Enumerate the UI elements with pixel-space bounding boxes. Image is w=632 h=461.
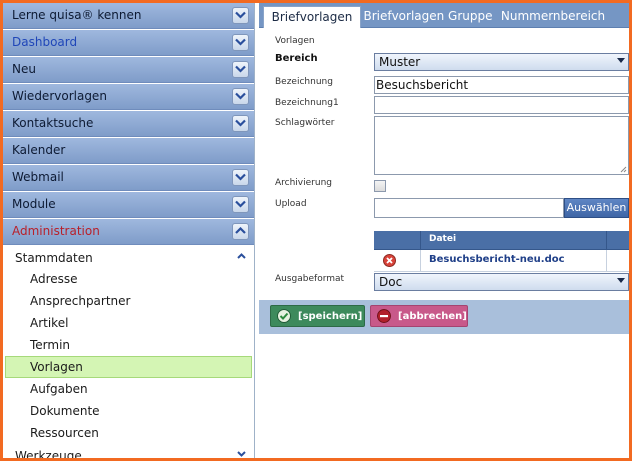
sidebar-item-dokumente[interactable]: Dokumente [3, 400, 254, 422]
save-icon [277, 309, 291, 323]
column-divider [606, 231, 607, 249]
werkzeuge-header[interactable]: Werkzeuge [3, 444, 254, 458]
bezeichnung1-input[interactable] [374, 96, 629, 114]
tab-nummernbereich[interactable]: Nummernbereich [497, 6, 609, 27]
ausgabeformat-label: Ausgabeformat [275, 274, 345, 284]
sidebar-section-label: Kontaktsuche [12, 116, 94, 130]
sidebar-section-dashboard[interactable]: Dashboard [3, 30, 254, 56]
column-divider [420, 250, 421, 271]
column-divider [420, 231, 421, 249]
archivierung-checkbox[interactable] [374, 180, 386, 192]
sidebar-section-lerne-quisa-kennen[interactable]: Lerne quisa® kennen [3, 3, 254, 29]
chevron-down-icon[interactable] [232, 115, 249, 132]
datei-column-header: Datei [429, 234, 457, 244]
sidebar-section-label: Administration [12, 224, 100, 238]
sidebar-section-label: Module [12, 197, 56, 211]
chevron-up-icon [237, 253, 246, 259]
sidebar-section-label: Dashboard [12, 35, 78, 49]
sidebar-section-label: Kalender [12, 143, 66, 157]
cancel-label: [abbrechen] [398, 311, 467, 322]
sidebar-item-ansprechpartner[interactable]: Ansprechpartner [3, 290, 254, 312]
bereich-label: Bereich [275, 53, 318, 64]
upload-label: Upload [275, 199, 307, 209]
sidebar: Lerne quisa® kennen Dashboard Neu Wiedervor… [3, 3, 255, 458]
chevron-down-icon[interactable] [232, 34, 249, 51]
chevron-down-icon [237, 451, 246, 457]
bezeichnung1-label: Bezeichnung1 [275, 98, 339, 108]
sidebar-section-module[interactable]: Module [3, 192, 254, 218]
bezeichnung-input[interactable]: Besuchsbericht [374, 76, 629, 94]
tab-bar: Briefvorlagen Briefvorlagen Gruppe Numme… [259, 3, 629, 28]
chevron-up-icon[interactable] [232, 223, 249, 240]
resize-handle-icon[interactable] [620, 166, 627, 173]
dropdown-arrow-icon [617, 58, 625, 63]
file-link[interactable]: Besuchsbericht-neu.doc [429, 254, 565, 265]
sidebar-section-neu[interactable]: Neu [3, 57, 254, 83]
cancel-button[interactable]: [abbrechen] [370, 305, 468, 327]
upload-input[interactable] [374, 198, 564, 218]
sidebar-item-vorlagen[interactable]: Vorlagen [5, 356, 252, 378]
sidebar-section-label: Neu [12, 62, 36, 76]
dropdown-arrow-icon [617, 278, 625, 283]
sidebar-item-aufgaben[interactable]: Aufgaben [3, 378, 254, 400]
save-button[interactable]: [speichern] [270, 305, 365, 327]
action-bar: [speichern] [abbrechen] [259, 300, 629, 334]
sidebar-section-wiedervorlagen[interactable]: Wiedervorlagen [3, 84, 254, 110]
chevron-down-icon[interactable] [232, 88, 249, 105]
sidebar-section-administration[interactable]: Administration [3, 219, 254, 245]
bereich-select[interactable]: Muster [374, 53, 629, 71]
app-frame: Lerne quisa® kennen Dashboard Neu Wiedervor… [3, 3, 629, 458]
column-divider [606, 250, 607, 271]
sidebar-section-label: Webmail [12, 170, 64, 184]
save-label: [speichern] [298, 311, 363, 322]
bereich-value: Muster [379, 55, 421, 69]
main-panel: Briefvorlagen Briefvorlagen Gruppe Numme… [259, 3, 629, 458]
chevron-down-icon[interactable] [232, 61, 249, 78]
ausgabeformat-value: Doc [379, 275, 403, 289]
sidebar-section-kontaktsuche[interactable]: Kontaktsuche [3, 111, 254, 137]
sidebar-section-label: Lerne quisa® kennen [12, 8, 142, 22]
tab-briefvorlagen[interactable]: Briefvorlagen [263, 6, 361, 28]
sidebar-section-label: Wiedervorlagen [12, 89, 107, 103]
chevron-down-icon[interactable] [232, 196, 249, 213]
schlagwoerter-textarea[interactable] [374, 116, 629, 175]
content-blank-area [259, 334, 629, 458]
vorlagen-form: Vorlagen Bereich Muster Bezeichnung Besu… [259, 28, 629, 300]
files-table-header: Datei [374, 231, 629, 250]
tab-briefvorlagen-gruppe[interactable]: Briefvorlagen Gruppe [363, 6, 493, 27]
table-row: Besuchsbericht-neu.doc [374, 250, 629, 272]
sidebar-item-ressourcen[interactable]: Ressourcen [3, 422, 254, 444]
auswaehlen-button[interactable]: Auswählen [564, 198, 629, 218]
form-heading: Vorlagen [275, 36, 315, 46]
ausgabeformat-select[interactable]: Doc [374, 273, 629, 291]
sidebar-section-kalender[interactable]: Kalender [3, 138, 254, 164]
chevron-down-icon[interactable] [232, 7, 249, 24]
chevron-down-icon[interactable] [232, 169, 249, 186]
sidebar-item-artikel[interactable]: Artikel [3, 312, 254, 334]
werkzeuge-label: Werkzeuge [15, 449, 82, 458]
archivierung-label: Archivierung [275, 178, 332, 188]
sidebar-item-termin[interactable]: Termin [3, 334, 254, 356]
delete-icon[interactable] [383, 254, 396, 267]
stammdaten-label: Stammdaten [15, 251, 93, 265]
schlagwoerter-label: Schlagwörter [275, 118, 335, 128]
bezeichnung-label: Bezeichnung [275, 77, 333, 87]
sidebar-item-adresse[interactable]: Adresse [3, 268, 254, 290]
stammdaten-header[interactable]: Stammdaten [3, 246, 254, 268]
sidebar-section-webmail[interactable]: Webmail [3, 165, 254, 191]
cancel-icon [377, 309, 391, 323]
